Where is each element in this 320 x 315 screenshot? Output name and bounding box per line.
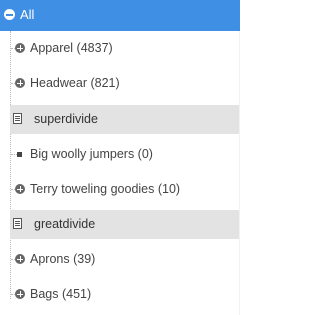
scrollbar[interactable] bbox=[239, 31, 240, 315]
divider-label: superdivide bbox=[34, 112, 98, 126]
tree-item-label: Terry toweling goodies (10) bbox=[30, 182, 181, 196]
tree-item-label: Apparel (4837) bbox=[30, 41, 113, 55]
tree-item-apparel[interactable]: Apparel (4837) bbox=[0, 31, 240, 66]
tree-item-headwear[interactable]: Headwear (821) bbox=[0, 66, 240, 101]
plus-circle-icon[interactable] bbox=[15, 289, 25, 299]
plus-circle-icon[interactable] bbox=[15, 254, 25, 264]
tree-item-terry-toweling[interactable]: Terry toweling goodies (10) bbox=[0, 172, 240, 207]
tree-item-label: Big woolly jumpers (0) bbox=[30, 147, 153, 161]
list-icon bbox=[13, 218, 22, 229]
category-tree: All Apparel (4837) Headwear (821) superd… bbox=[0, 0, 240, 315]
tree-root-label: All bbox=[20, 7, 35, 22]
tree-item-big-woolly-jumpers[interactable]: Big woolly jumpers (0) bbox=[0, 137, 240, 172]
tree-item-label: Headwear (821) bbox=[30, 76, 120, 90]
square-bullet-icon bbox=[17, 152, 22, 157]
list-icon bbox=[13, 113, 22, 124]
plus-circle-icon[interactable] bbox=[15, 43, 25, 53]
tree-item-aprons[interactable]: Aprons (39) bbox=[0, 242, 240, 277]
tree-divider-greatdivide: greatdivide bbox=[10, 210, 240, 239]
tree-root-all[interactable]: All bbox=[0, 0, 240, 31]
tree-item-bags[interactable]: Bags (451) bbox=[0, 277, 240, 312]
plus-circle-icon[interactable] bbox=[15, 78, 25, 88]
tree-item-label: Aprons (39) bbox=[30, 252, 96, 266]
tree-divider-superdivide: superdivide bbox=[10, 105, 240, 134]
divider-label: greatdivide bbox=[34, 217, 96, 231]
minus-circle-icon[interactable] bbox=[4, 9, 15, 20]
plus-circle-icon[interactable] bbox=[15, 184, 25, 194]
tree-item-label: Bags (451) bbox=[30, 287, 92, 301]
